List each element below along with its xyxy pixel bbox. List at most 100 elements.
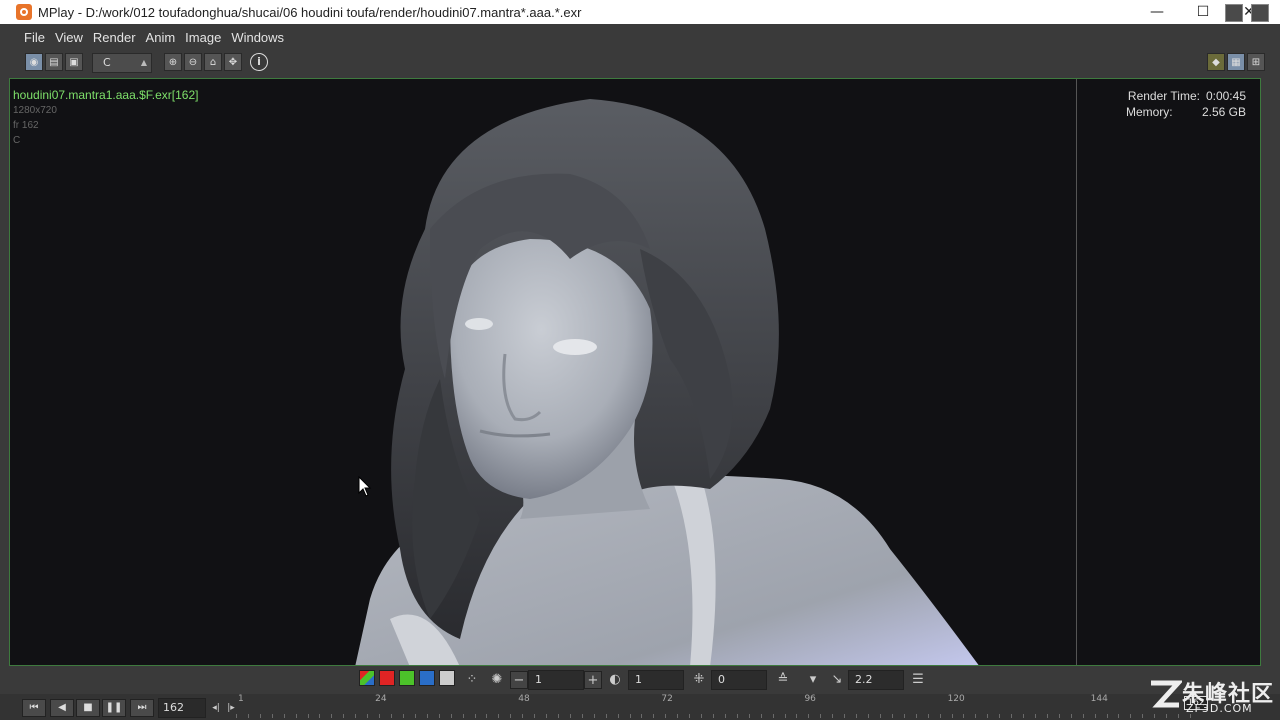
scale-plus-button[interactable]: +: [584, 671, 602, 689]
timeline-tick-label: 120: [947, 694, 965, 704]
timeline-tick: [689, 714, 691, 718]
info-icon[interactable]: i: [250, 53, 268, 71]
timeline-tick: [546, 714, 548, 718]
brightness-icon[interactable]: ✺: [488, 671, 506, 689]
timeline-tick: [856, 714, 858, 718]
gamma-field[interactable]: 2.2: [848, 670, 904, 690]
home-icon[interactable]: ⌂: [204, 53, 222, 71]
jump-start-icon[interactable]: ⏮: [22, 699, 46, 717]
timeline-tick: [1106, 714, 1108, 718]
timeline-tick: [975, 714, 977, 718]
display-controls: ⁘ ✺ − 1 + ◐ 1 ⁜ 0 ≙ ▾ ↘ 2.2 ☰: [0, 667, 1280, 694]
timeline-tick: [820, 714, 822, 718]
timeline-tick: [1035, 714, 1036, 718]
memory-label: Memory:: [1125, 105, 1173, 119]
timeline-tick-label: 72: [661, 694, 673, 704]
timeline-tick: [391, 714, 393, 718]
zoom-in-icon[interactable]: ⊕: [164, 53, 182, 71]
timeline-tick: [713, 714, 715, 718]
timeline-tick-label: 144: [1090, 694, 1108, 704]
timeline-tick: [307, 714, 309, 718]
green-channel-icon[interactable]: [399, 670, 415, 686]
blue-channel-icon[interactable]: [419, 670, 435, 686]
timeline-tick: [474, 714, 476, 718]
timeline-tick: [355, 714, 357, 718]
timeline-tick: [772, 714, 774, 718]
timeline-tick: [808, 714, 810, 718]
menu-view[interactable]: View: [50, 30, 88, 45]
houdini-app-icon: [16, 4, 32, 20]
minimize-button[interactable]: —: [1134, 0, 1180, 24]
scale-field[interactable]: 1: [528, 670, 584, 690]
compare-icon[interactable]: ⊞: [1247, 53, 1265, 71]
channel-select-value: C: [103, 56, 111, 69]
timeline-tick: [522, 714, 524, 718]
channel-select[interactable]: C ▲: [92, 53, 152, 73]
playback-timeline: ⏮ ◀ ■ ❚❚ ⏭ 162 ◂| |▸ 1 24 48 72 96 120 144 162: [0, 694, 1280, 720]
timeline-tick: [247, 714, 249, 718]
render-stats: Render Time: 0:00:45 Memory: 2.56 GB: [1126, 88, 1246, 120]
grid-view-icon[interactable]: ▦: [1227, 53, 1245, 71]
zoom-out-icon[interactable]: ⊖: [184, 53, 202, 71]
gamma-icon[interactable]: ↘: [828, 671, 846, 689]
timeline-tick: [879, 714, 881, 718]
timeline-tick: [784, 714, 786, 718]
timeline-tick: [891, 714, 893, 718]
red-channel-icon[interactable]: [379, 670, 395, 686]
exposure-icon[interactable]: ◐: [606, 671, 624, 689]
pan-icon[interactable]: ✥: [224, 53, 242, 71]
stop-icon[interactable]: ■: [76, 699, 100, 717]
menu-anim[interactable]: Anim: [141, 30, 181, 45]
snapshot-icon[interactable]: ◆: [1207, 53, 1225, 71]
timeline-tick: [331, 714, 333, 718]
timeline-tick: [426, 714, 428, 718]
channel-label: C: [13, 135, 21, 146]
menu-render[interactable]: Render: [88, 30, 141, 45]
timeline-tick: [903, 714, 905, 718]
spinner-arrows-icon: ▲: [140, 58, 147, 67]
menu-windows[interactable]: Windows: [226, 30, 289, 45]
scale-minus-button[interactable]: −: [510, 671, 528, 689]
lut-icon[interactable]: ≙: [774, 671, 792, 689]
watermark-url: ZF3D.COM: [1186, 702, 1253, 715]
view-mode-icon[interactable]: ◉: [25, 53, 43, 71]
timeline-tick: [987, 714, 989, 718]
menu-bar: File View Render Anim Image Windows: [0, 24, 1280, 50]
timeline-tick-label: 96: [804, 694, 816, 704]
histogram-icon[interactable]: ▤: [45, 53, 63, 71]
timeline-tick: [605, 714, 607, 718]
timeline-tick: [951, 714, 953, 718]
toolbar: ◉ ▤ ▣ C ▲ ⊕ ⊖ ⌂ ✥ i ◆ ▦ ⊞: [0, 50, 1280, 77]
timeline-tick: [581, 714, 583, 718]
resolution-label: 1280x720: [13, 105, 57, 116]
play-icon[interactable]: ❚❚: [102, 699, 126, 717]
current-frame-field[interactable]: 162: [158, 698, 206, 718]
timeline-track[interactable]: 1 24 48 72 96 120 144 162: [236, 694, 1280, 720]
maximize-button[interactable]: ☐: [1180, 0, 1226, 24]
offset-field[interactable]: 0: [711, 670, 767, 690]
display-icon[interactable]: ▣: [65, 53, 83, 71]
pane-float-icon[interactable]: [1251, 4, 1269, 22]
play-reverse-icon[interactable]: ◀: [50, 699, 74, 717]
timeline-tick: [736, 714, 738, 718]
image-viewport[interactable]: houdini07.mantra1.aaa.$F.exr[162] 1280x7…: [9, 78, 1261, 666]
timeline-tick: [498, 714, 500, 718]
timeline-tick: [1094, 714, 1096, 718]
offset-icon[interactable]: ⁜: [690, 671, 708, 689]
timeline-tick: [557, 714, 559, 718]
menu-icon[interactable]: ☰: [909, 671, 927, 689]
jump-end-icon[interactable]: ⏭: [130, 699, 154, 717]
lut-dropdown-icon[interactable]: ▾: [804, 671, 822, 689]
dither-icon[interactable]: ⁘: [463, 671, 481, 689]
timeline-tick: [343, 714, 345, 718]
alpha-channel-icon[interactable]: [439, 670, 455, 686]
rgb-channel-icon[interactable]: [359, 670, 375, 686]
timeline-tick: [367, 714, 369, 718]
menu-image[interactable]: Image: [180, 30, 226, 45]
menu-file[interactable]: File: [19, 30, 50, 45]
timeline-tick: [641, 714, 643, 718]
exposure-field[interactable]: 1: [628, 670, 684, 690]
timeline-tick: [963, 714, 965, 718]
timeline-tick: [236, 714, 237, 718]
pane-layout-icon[interactable]: [1225, 4, 1243, 22]
